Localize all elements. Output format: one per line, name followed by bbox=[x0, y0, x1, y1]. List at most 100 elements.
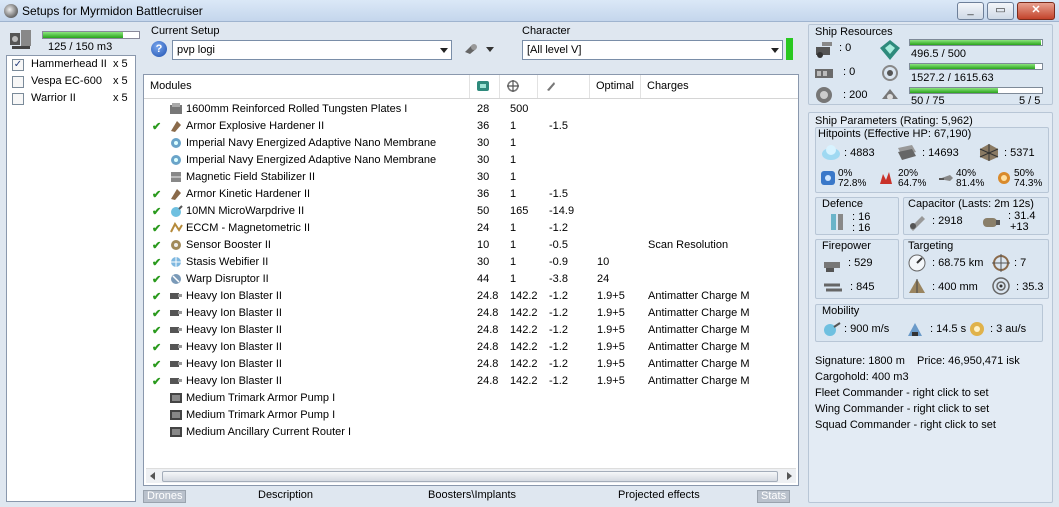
module-row[interactable]: ✔ Armor Explosive Hardener II 36 1 -1.5 bbox=[144, 118, 798, 135]
squad-commander[interactable]: Squad Commander - right click to set bbox=[815, 419, 996, 431]
max-targets: : 7 bbox=[1014, 257, 1027, 269]
module-row[interactable]: Medium Trimark Armor Pump I bbox=[144, 407, 798, 424]
webifier-icon bbox=[171, 257, 181, 267]
module-row[interactable]: Medium Ancillary Current Router I bbox=[144, 424, 798, 441]
scan-resolution-icon bbox=[909, 279, 925, 293]
drone-checkbox[interactable]: ✓ bbox=[12, 59, 24, 71]
module-row[interactable]: ✔ Warp Disruptor II 44 1 -3.8 24 bbox=[144, 271, 798, 288]
scan-resolution: : 400 mm bbox=[932, 281, 978, 293]
active-check-icon[interactable]: ✔ bbox=[152, 375, 161, 388]
drone-item[interactable]: Vespa EC-600 x 5 bbox=[7, 73, 135, 90]
column-header-powergrid[interactable] bbox=[500, 75, 538, 98]
module-row[interactable]: ✔ ECCM - Magnetometric II 24 1 -1.2 bbox=[144, 220, 798, 237]
module-row[interactable]: ✔ Heavy Ion Blaster II 24.8 142.2 -1.2 1.9+5 A… bbox=[144, 373, 798, 390]
scroll-right-icon[interactable] bbox=[787, 472, 792, 480]
module-row[interactable]: ✔ Stasis Webifier II 30 1 -0.9 10 bbox=[144, 254, 798, 271]
active-check-icon[interactable]: ✔ bbox=[152, 256, 161, 269]
tab-boosters-implants[interactable]: Boosters\Implants bbox=[428, 489, 516, 501]
module-name: 10MN MicroWarpdrive II bbox=[186, 205, 305, 217]
drone-checkbox[interactable] bbox=[12, 76, 24, 88]
active-check-icon[interactable]: ✔ bbox=[152, 188, 161, 201]
cpu-text: 496.5 / 500 bbox=[911, 48, 967, 60]
setup-dropdown-value: pvp logi bbox=[177, 44, 215, 56]
module-row[interactable]: ✔ Heavy Ion Blaster II 24.8 142.2 -1.2 1.9+5 A… bbox=[144, 305, 798, 322]
module-optimal: 1.9+5 bbox=[597, 341, 625, 353]
column-header-capacitor[interactable] bbox=[538, 75, 590, 98]
module-row[interactable]: ✔ Heavy Ion Blaster II 24.8 142.2 -1.2 1.9+5 A… bbox=[144, 322, 798, 339]
module-row[interactable]: Imperial Navy Energized Adaptive Nano Me… bbox=[144, 152, 798, 169]
fleet-commander[interactable]: Fleet Commander - right click to set bbox=[815, 387, 989, 399]
module-powergrid: 142.2 bbox=[510, 375, 538, 387]
capacitor-label: Capacitor (Lasts: 2m 12s) bbox=[908, 198, 1034, 210]
module-row[interactable]: 1600mm Reinforced Rolled Tungsten Plates… bbox=[144, 101, 798, 118]
module-row[interactable]: Imperial Navy Energized Adaptive Nano Me… bbox=[144, 135, 798, 152]
tab-stats[interactable]: Stats bbox=[757, 490, 791, 503]
module-powergrid: 1 bbox=[510, 171, 517, 183]
drone-item[interactable]: Warrior II x 5 bbox=[7, 90, 135, 107]
targeting-group: Targeting : 68.75 km : 7 : 400 mm : 35.3 bbox=[903, 239, 1049, 299]
module-row[interactable]: Magnetic Field Stabilizer II 30 1 bbox=[144, 169, 798, 186]
signature-radius: Signature: 1800 m bbox=[815, 355, 905, 367]
module-row[interactable]: ✔ Heavy Ion Blaster II 24.8 142.2 -1.2 1.9+5 A… bbox=[144, 288, 798, 305]
setup-dropdown[interactable]: pvp logi bbox=[172, 40, 452, 60]
column-header-cpu[interactable] bbox=[470, 75, 500, 98]
ship-resources-panel: Ship Resources : 0 : 0 : 200 496.5 / 500… bbox=[808, 24, 1053, 107]
close-button[interactable]: ✕ bbox=[1017, 2, 1055, 20]
mwd-icon bbox=[171, 205, 183, 217]
active-check-icon[interactable]: ✔ bbox=[152, 341, 161, 354]
module-powergrid: 142.2 bbox=[510, 324, 538, 336]
maximize-button[interactable]: ▭ bbox=[987, 2, 1014, 20]
wing-commander[interactable]: Wing Commander - right click to set bbox=[815, 403, 989, 415]
column-header-charges[interactable]: Charges bbox=[641, 75, 798, 98]
active-check-icon[interactable]: ✔ bbox=[152, 273, 161, 286]
scroll-thumb[interactable] bbox=[162, 471, 778, 482]
module-cpu: 10 bbox=[477, 239, 490, 251]
character-dropdown[interactable]: [All level V] bbox=[522, 40, 783, 60]
targeting-label: Targeting bbox=[908, 240, 954, 252]
structure-hp: : 5371 bbox=[1004, 147, 1035, 159]
drone-bandwidth-bar bbox=[909, 87, 1043, 94]
help-icon[interactable]: ? bbox=[151, 41, 167, 57]
column-header-modules[interactable]: Modules bbox=[144, 75, 470, 98]
module-row[interactable]: ✔ Heavy Ion Blaster II 24.8 142.2 -1.2 1.9+5 A… bbox=[144, 339, 798, 356]
drone-item[interactable]: ✓ Hammerhead II x 5 bbox=[7, 56, 135, 73]
cpu-icon bbox=[477, 81, 489, 91]
drone-list[interactable]: ✓ Hammerhead II x 5 Vespa EC-600 x 5 Warrior … bbox=[6, 55, 136, 502]
active-check-icon[interactable]: ✔ bbox=[152, 222, 161, 235]
module-name: Medium Ancillary Current Router I bbox=[186, 426, 352, 438]
module-name: Sensor Booster II bbox=[186, 239, 271, 251]
active-check-icon[interactable]: ✔ bbox=[152, 324, 161, 337]
scroll-left-icon[interactable] bbox=[150, 472, 155, 480]
tab-drones[interactable]: Drones bbox=[143, 490, 187, 503]
module-capacitor: -0.5 bbox=[549, 239, 568, 251]
tab-projected-effects[interactable]: Projected effects bbox=[618, 489, 700, 501]
active-check-icon[interactable]: ✔ bbox=[152, 205, 161, 218]
setup-tools-button[interactable] bbox=[462, 40, 496, 58]
drone-checkbox[interactable] bbox=[12, 93, 24, 105]
module-row[interactable]: ✔ Armor Kinetic Hardener II 36 1 -1.5 bbox=[144, 186, 798, 203]
drone-bandwidth-text: 50 / 75 bbox=[911, 95, 945, 107]
module-cpu: 36 bbox=[477, 120, 490, 132]
capacitor-capacity: : 2918 bbox=[932, 215, 963, 227]
module-optimal: 1.9+5 bbox=[597, 358, 625, 370]
column-header-optimal[interactable]: Optimal bbox=[590, 75, 641, 98]
minimize-button[interactable]: _ bbox=[957, 2, 984, 20]
tab-description[interactable]: Description bbox=[258, 489, 313, 501]
module-cpu: 30 bbox=[477, 154, 490, 166]
module-row[interactable]: ✔ Sensor Booster II 10 1 -0.5 Scan Resolution bbox=[144, 237, 798, 254]
modules-table[interactable]: Modules Optimal Charges 1600mm Reinforce… bbox=[143, 74, 799, 486]
horizontal-scrollbar[interactable] bbox=[146, 468, 796, 483]
active-check-icon[interactable]: ✔ bbox=[152, 358, 161, 371]
active-check-icon[interactable]: ✔ bbox=[152, 239, 161, 252]
active-check-icon[interactable]: ✔ bbox=[152, 290, 161, 303]
sensor-strength: : 35.3 bbox=[1016, 281, 1044, 293]
module-row[interactable]: ✔ 10MN MicroWarpdrive II 50 165 -14.9 bbox=[144, 203, 798, 220]
module-name: Warp Disruptor II bbox=[186, 273, 269, 285]
active-check-icon[interactable]: ✔ bbox=[152, 307, 161, 320]
module-row[interactable]: Medium Trimark Armor Pump I bbox=[144, 390, 798, 407]
chevron-down-icon bbox=[440, 48, 448, 53]
turret-hardpoints: : 0 bbox=[839, 42, 852, 54]
module-row[interactable]: ✔ Heavy Ion Blaster II 24.8 142.2 -1.2 1.9+5 A… bbox=[144, 356, 798, 373]
capacitor-group: Capacitor (Lasts: 2m 12s) : 2918 : 31.4 … bbox=[903, 197, 1049, 235]
active-check-icon[interactable]: ✔ bbox=[152, 120, 161, 133]
